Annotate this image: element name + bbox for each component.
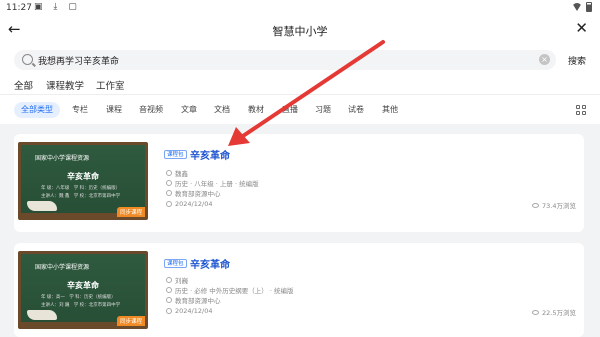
tab-bar: 全部 课程教学 工作室 bbox=[0, 76, 600, 96]
status-right bbox=[572, 2, 592, 12]
book-icon bbox=[166, 287, 172, 293]
book-icon bbox=[166, 180, 172, 186]
date-meta: 2024/12/04 bbox=[166, 200, 212, 208]
subject-meta: 历史 · 必修 中外历史纲要（上） · 统编版 bbox=[166, 285, 293, 295]
thumb-tag: 同步课程 bbox=[116, 316, 145, 326]
book-illustration bbox=[27, 310, 57, 320]
teacher-meta: 刘巍 bbox=[166, 275, 188, 285]
filter-textbook[interactable]: 教材 bbox=[248, 102, 264, 118]
building-icon bbox=[166, 190, 172, 196]
tab-studio[interactable]: 工作室 bbox=[96, 78, 125, 92]
search-icon bbox=[22, 54, 33, 65]
thumb-tag: 同步课程 bbox=[116, 207, 145, 217]
search-input[interactable]: 我想再学习辛亥革命 × bbox=[14, 50, 556, 70]
result-title[interactable]: 辛亥革命 bbox=[190, 147, 230, 162]
clock-icon bbox=[166, 201, 172, 207]
close-icon[interactable]: ✕ bbox=[575, 19, 588, 37]
course-thumbnail[interactable]: 国家中小学课程资源 辛亥革命 年 级：八年级 学 科：历史（统编版） 主讲人：魏… bbox=[18, 142, 148, 220]
views-count: 73.4万浏览 bbox=[532, 200, 576, 210]
filter-column[interactable]: 专栏 bbox=[72, 102, 88, 118]
result-title[interactable]: 辛亥革命 bbox=[190, 256, 230, 271]
thumb-details: 年 级：高一 学 科：历史（统编版） 主讲人：刘 巍 学 校：北京市第四中学 bbox=[41, 295, 121, 308]
filter-exam[interactable]: 试卷 bbox=[348, 102, 364, 118]
eye-icon bbox=[532, 202, 540, 208]
thumb-title: 辛亥革命 bbox=[67, 281, 99, 290]
filter-article[interactable]: 文章 bbox=[181, 102, 197, 118]
filter-course[interactable]: 课程 bbox=[106, 102, 122, 118]
clock-icon bbox=[166, 308, 172, 314]
user-icon bbox=[166, 277, 172, 283]
filter-document[interactable]: 文档 bbox=[214, 102, 230, 118]
search-row: 我想再学习辛亥革命 × 搜索 bbox=[0, 44, 600, 76]
tab-all[interactable]: 全部 bbox=[14, 78, 33, 96]
thumb-title: 辛亥革命 bbox=[67, 172, 99, 181]
grid-view-icon[interactable] bbox=[576, 105, 586, 115]
tab-course-teaching[interactable]: 课程教学 bbox=[46, 78, 84, 92]
subject-meta: 历史 · 八年级 · 上册 · 统编版 bbox=[166, 178, 259, 188]
status-time: 11:27 bbox=[6, 3, 32, 13]
source-meta: 教育部资源中心 bbox=[166, 188, 221, 198]
result-card[interactable]: 国家中小学课程资源 辛亥革命 年 级：八年级 学 科：历史（统编版） 主讲人：魏… bbox=[14, 134, 584, 232]
page-title: 智慧中小学 bbox=[272, 25, 328, 38]
search-query[interactable]: 我想再学习辛亥革命 bbox=[38, 54, 119, 67]
filter-all-types[interactable]: 全部类型 bbox=[14, 102, 60, 118]
course-package-badge: 课程包 bbox=[164, 150, 187, 159]
app-header: ← 智慧中小学 ✕ bbox=[0, 16, 600, 44]
thumb-details: 年 级：八年级 学 科：历史（统编版） 主讲人：魏 鑫 学 校：北京市第四中学 bbox=[41, 186, 121, 199]
filter-live[interactable]: 直播 bbox=[282, 102, 298, 118]
source-meta: 教育部资源中心 bbox=[166, 295, 221, 305]
user-icon bbox=[166, 170, 172, 176]
course-package-badge: 课程包 bbox=[164, 259, 187, 268]
clear-search-icon[interactable]: × bbox=[539, 54, 550, 65]
result-card[interactable]: 国家中小学课程资源 辛亥革命 年 级：高一 学 科：历史（统编版） 主讲人：刘 … bbox=[14, 243, 584, 337]
filter-exercise[interactable]: 习题 bbox=[315, 102, 331, 118]
course-thumbnail[interactable]: 国家中小学课程资源 辛亥革命 年 级：高一 学 科：历史（统编版） 主讲人：刘 … bbox=[18, 251, 148, 329]
eye-icon bbox=[532, 309, 540, 315]
notification-icons: ▣ ⤓ ▢ bbox=[34, 2, 81, 12]
teacher-meta: 魏鑫 bbox=[166, 168, 188, 178]
filter-audio-video[interactable]: 音视频 bbox=[139, 102, 163, 118]
type-filter-bar: 全部类型 专栏 课程 音视频 文章 文档 教材 直播 习题 试卷 其他 bbox=[0, 94, 600, 124]
wifi-icon bbox=[572, 3, 582, 11]
thumb-header: 国家中小学课程资源 bbox=[35, 264, 90, 271]
filter-other[interactable]: 其他 bbox=[382, 102, 398, 118]
views-count: 22.5万浏览 bbox=[532, 307, 576, 317]
book-illustration bbox=[27, 201, 57, 211]
search-button[interactable]: 搜索 bbox=[568, 54, 586, 67]
status-bar: 11:27 ▣ ⤓ ▢ bbox=[0, 0, 600, 16]
date-meta: 2024/12/04 bbox=[166, 307, 212, 315]
building-icon bbox=[166, 297, 172, 303]
thumb-header: 国家中小学课程资源 bbox=[35, 155, 90, 162]
battery-icon bbox=[586, 2, 592, 12]
